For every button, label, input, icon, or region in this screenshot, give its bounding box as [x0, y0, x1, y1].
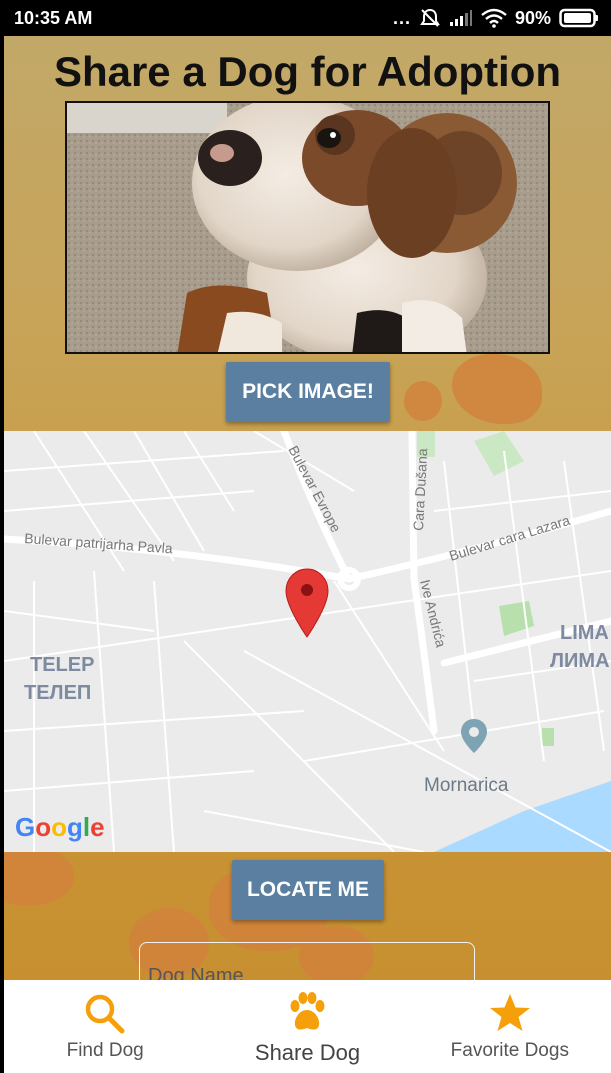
pick-image-button[interactable]: PICK IMAGE!	[226, 362, 390, 422]
dog-name-input[interactable]: Dog Name	[139, 942, 475, 980]
nav-item-find-dog[interactable]: Find Dog	[4, 980, 206, 1073]
status-bar: 10:35 AM ... 90%	[0, 0, 611, 36]
battery-icon	[559, 8, 598, 28]
star-icon	[489, 994, 530, 1031]
page-title: Share a Dog for Adoption	[53, 48, 562, 95]
map-view[interactable]: Bulevar Evrope Cara Dušana Bulevar cara …	[4, 431, 611, 852]
paw-decoration	[4, 846, 74, 906]
area-label-lima-cyrillic: ЛИМА	[550, 650, 610, 672]
more-notifications-icon: ...	[392, 7, 411, 28]
bottom-navigation: Find Dog Share Dog Favorite Dogs	[4, 980, 611, 1073]
locate-me-button[interactable]: LOCATE ME	[232, 860, 384, 920]
area-label-lima: LIMA	[560, 622, 609, 644]
place-label-mornarica: Mornarica	[424, 775, 509, 796]
paw-decoration	[404, 381, 442, 421]
nav-label-favorite-dogs: Favorite Dogs	[450, 1040, 569, 1061]
mute-alarm-icon	[420, 8, 440, 27]
signal-icon	[449, 10, 472, 26]
wifi-icon	[481, 8, 507, 28]
status-icons: ... 90%	[393, 7, 599, 29]
google-logo: Google	[15, 812, 105, 842]
nav-label-find-dog: Find Dog	[66, 1040, 144, 1061]
paw-icon	[290, 992, 325, 1030]
search-icon	[85, 994, 125, 1034]
area-label-telep-cyrillic: ТЕЛЕП	[24, 682, 91, 704]
nav-item-share-dog[interactable]: Share Dog	[206, 980, 408, 1073]
area-label-telep: TELEP	[30, 654, 94, 676]
nav-label-share-dog: Share Dog	[254, 1040, 361, 1065]
paw-decoration	[452, 354, 542, 424]
share-dog-screen: Share a Dog for Adoption PICK IMAGE! Bul…	[4, 36, 611, 980]
dog-name-placeholder: Dog Name	[148, 965, 244, 980]
dog-photo	[65, 101, 550, 354]
nav-item-favorite-dogs[interactable]: Favorite Dogs	[409, 980, 611, 1073]
status-time: 10:35 AM	[14, 7, 93, 28]
battery-percent: 90%	[514, 7, 551, 28]
